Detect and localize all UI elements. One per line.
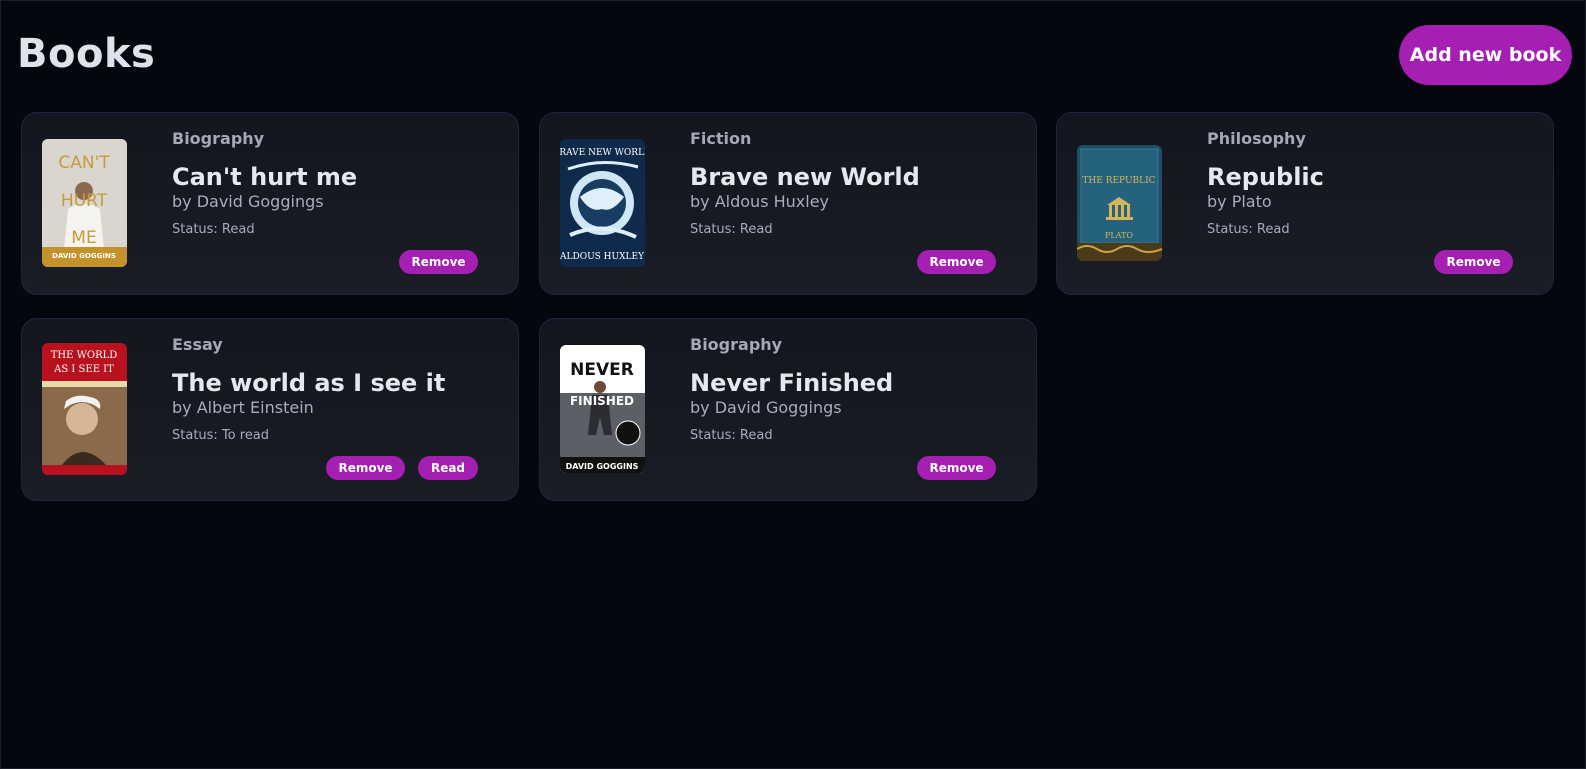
remove-button[interactable]: Remove xyxy=(1434,250,1513,274)
book-card: NEVER FINISHED DAVID GOGGINS Biography N… xyxy=(539,318,1037,501)
cover-text: CAN'T xyxy=(58,153,110,173)
cover-text: ALDOUS HUXLEY xyxy=(560,252,645,262)
book-title: Brave new World xyxy=(690,163,920,191)
book-card: THE REPUBLIC PLATO Philosophy Republic b… xyxy=(1056,112,1554,295)
book-genre: Essay xyxy=(172,335,223,354)
book-title: Never Finished xyxy=(690,369,894,397)
book-cover-image: THE WORLD AS I SEE IT xyxy=(42,343,127,475)
cover-text: PLATO xyxy=(1105,231,1133,240)
book-cover-image: NEVER FINISHED DAVID GOGGINS xyxy=(560,345,645,473)
mark-read-button[interactable]: Read xyxy=(418,456,478,480)
book-genre: Fiction xyxy=(690,129,752,148)
book-genre: Biography xyxy=(172,129,265,148)
book-status: Status: Read xyxy=(172,222,255,237)
cover-text: DAVID GOGGINS xyxy=(52,252,116,260)
book-cover-image: BRAVE NEW WORLD ALDOUS HUXLEY xyxy=(560,139,645,267)
book-author: by Aldous Huxley xyxy=(690,192,830,211)
cover-text: THE WORLD xyxy=(51,350,118,361)
app-frame: Books Add new book CAN'T HURT ME DAVID G… xyxy=(0,0,1586,769)
cover-text: DAVID GOGGINS xyxy=(566,462,639,471)
book-cover-image: THE REPUBLIC PLATO xyxy=(1077,145,1162,261)
book-cover-image: CAN'T HURT ME DAVID GOGGINS xyxy=(42,139,127,267)
book-author: by David Goggings xyxy=(690,398,842,417)
book-title: The world as I see it xyxy=(172,369,446,397)
book-author: by David Goggings xyxy=(172,192,324,211)
cover-text: ME xyxy=(71,228,96,248)
cover-text: HURT xyxy=(61,191,108,211)
cover-text: FINISHED xyxy=(570,394,634,408)
book-status: Status: Read xyxy=(690,428,773,443)
book-status: Status: Read xyxy=(1207,222,1290,237)
remove-button[interactable]: Remove xyxy=(399,250,478,274)
cover-text: THE REPUBLIC xyxy=(1082,176,1155,186)
cover-text: NEVER xyxy=(570,360,634,380)
book-card: THE WORLD AS I SEE IT Essay The world as… xyxy=(21,318,519,501)
remove-button[interactable]: Remove xyxy=(917,250,996,274)
book-card: BRAVE NEW WORLD ALDOUS HUXLEY Fiction Br… xyxy=(539,112,1037,295)
book-status: Status: To read xyxy=(172,428,270,443)
book-author: by Albert Einstein xyxy=(172,398,314,417)
page-title: Books xyxy=(17,31,156,77)
remove-button[interactable]: Remove xyxy=(917,456,996,480)
book-author: by Plato xyxy=(1207,192,1272,211)
book-genre: Philosophy xyxy=(1207,129,1306,148)
book-title: Can't hurt me xyxy=(172,163,358,191)
remove-button[interactable]: Remove xyxy=(326,456,405,480)
book-status: Status: Read xyxy=(690,222,773,237)
add-new-book-button[interactable]: Add new book xyxy=(1399,25,1572,85)
cover-text: BRAVE NEW WORLD xyxy=(560,148,645,158)
book-title: Republic xyxy=(1207,163,1324,191)
cover-text: AS I SEE IT xyxy=(53,364,114,375)
book-card: CAN'T HURT ME DAVID GOGGINS Biography Ca… xyxy=(21,112,519,295)
book-genre: Biography xyxy=(690,335,783,354)
